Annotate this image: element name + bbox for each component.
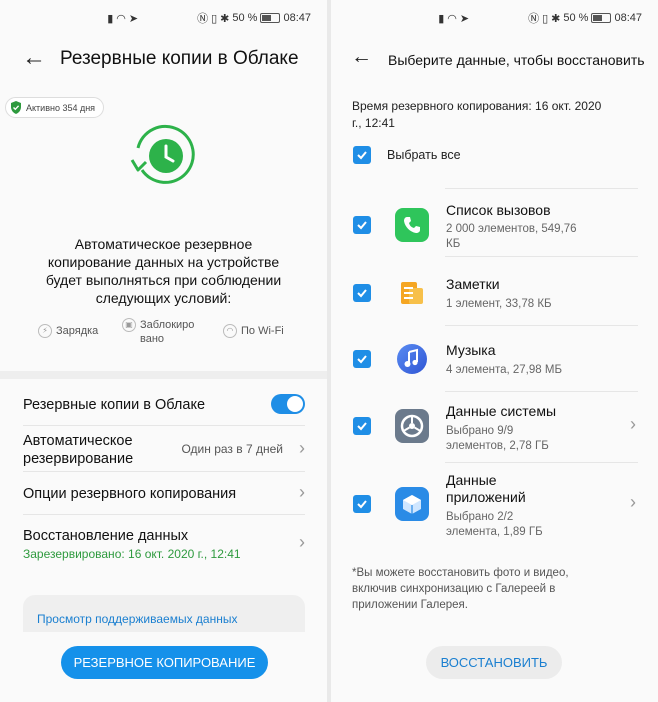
cloud-backup-row[interactable]: Резервные копии в Облаке [23, 382, 305, 426]
bluetooth-icon: ✱ [551, 12, 561, 25]
shield-check-icon [11, 101, 21, 114]
list-item-call-log[interactable]: Список вызовов 2 000 элементов, 549,76 К… [331, 189, 658, 256]
item-details: Выбрано 2/2 элемента, 1,89 ГБ [446, 511, 543, 538]
item-name: Музыка [446, 342, 496, 358]
app-data-icon [395, 487, 429, 521]
backup-time: Время резервного копирования: 16 окт. 20… [352, 99, 602, 130]
settings-icon [395, 409, 429, 443]
item-details: 4 элемента, 27,98 МБ [446, 364, 562, 376]
wifi-icon: ◠ [447, 12, 457, 25]
clock: 08:47 [614, 12, 642, 24]
lock-icon: ▣ [122, 318, 136, 332]
backup-button[interactable]: РЕЗЕРВНОЕ КОПИРОВАНИЕ [61, 646, 268, 679]
battery-icon [260, 13, 281, 23]
backup-options-label: Опции резервного копирования [23, 486, 237, 502]
checkmark-icon [357, 289, 367, 298]
wifi-condition-icon: ◠ [223, 324, 237, 338]
supported-data-link[interactable]: Просмотр поддерживаемых данных [37, 612, 237, 626]
chevron-right-icon: › [299, 482, 305, 502]
item-details: 1 элемент, 33,78 КБ [446, 298, 552, 310]
wifi-icon: ◠ [116, 12, 126, 25]
active-badge-text: Активно 354 дня [26, 102, 96, 113]
auto-backup-value: Один раз в 7 дней [181, 442, 283, 456]
gallery-note: *Вы можете восстановить фото и видео, вк… [352, 567, 569, 611]
item-details: Выбрано 9/9 элементов, 2,78 ГБ [446, 425, 549, 452]
signal-icons: ▮ ◠ ➤ [107, 12, 138, 25]
send-icon: ➤ [128, 12, 139, 25]
item-name: Данные приложений [446, 472, 526, 505]
condition-wifi: ◠ По Wi-Fi [223, 324, 284, 338]
notes-icon [395, 276, 429, 310]
restore-data-label: Восстановление данных [23, 528, 189, 544]
list-item-system-data[interactable]: Данные системы Выбрано 9/9 элементов, 2,… [331, 392, 658, 462]
list-item-app-data[interactable]: Данные приложений Выбрано 2/2 элемента, … [331, 463, 658, 547]
condition-charging: ⚡ Зарядка [38, 324, 98, 338]
chevron-right-icon[interactable]: › [630, 414, 636, 435]
active-badge: Активно 354 дня [5, 97, 105, 118]
page-title: Выберите данные, чтобы восстановить [388, 52, 645, 68]
battery-icon [591, 13, 612, 23]
signal-icon: ▮ [107, 12, 114, 25]
signal-icons: ▮ ◠ ➤ [438, 12, 469, 25]
left-screen: ▮ ◠ ➤ Ⓝ ▯ ✱ 50 % 08:47 ← Резервные копии… [0, 0, 327, 702]
cloud-backup-toggle[interactable] [271, 394, 305, 414]
auto-backup-label: Автоматическое резервирование [23, 433, 134, 467]
battery-percent: 50 % [232, 12, 258, 24]
chevron-right-icon: › [299, 532, 305, 552]
chevron-right-icon: › [299, 438, 305, 458]
checkmark-icon [357, 422, 367, 431]
checkmark-icon [357, 500, 367, 509]
select-all-label: Выбрать все [387, 147, 461, 162]
nfc-icon: Ⓝ [197, 13, 209, 25]
bluetooth-icon: ✱ [220, 12, 230, 25]
charging-icon: ⚡ [38, 324, 52, 338]
music-icon [395, 342, 429, 376]
app-data-checkbox[interactable] [353, 495, 371, 513]
clock: 08:47 [283, 12, 311, 24]
backup-clock-icon [130, 124, 195, 184]
nfc-icon: Ⓝ [528, 13, 540, 25]
send-icon: ➤ [459, 12, 470, 25]
backup-options-row[interactable]: Опции резервного копирования › [23, 472, 305, 515]
item-name: Список вызовов [446, 202, 551, 218]
status-bar: ▮ ◠ ➤ Ⓝ ▯ ✱ 50 % 08:47 [331, 0, 658, 36]
back-arrow-icon[interactable]: ← [22, 46, 46, 70]
right-screen: ▮ ◠ ➤ Ⓝ ▯ ✱ 50 % 08:47 ← Выберите данные… [331, 0, 658, 702]
chevron-right-icon[interactable]: › [630, 492, 636, 513]
item-details: 2 000 элементов, 549,76 КБ [446, 223, 577, 250]
item-name: Данные системы [446, 403, 557, 419]
phone-icon [395, 208, 429, 242]
list-item-music[interactable]: Музыка 4 элемента, 27,98 МБ [331, 326, 658, 391]
page-title: Резервные копии в Облаке [60, 48, 299, 69]
battery-percent: 50 % [563, 12, 589, 24]
call-log-checkbox[interactable] [353, 216, 371, 234]
item-name: Заметки [446, 276, 500, 292]
vibrate-icon: ▯ [542, 12, 549, 25]
condition-locked: ▣ Заблокиро вано [122, 318, 194, 346]
checkmark-icon [357, 221, 367, 230]
notes-checkbox[interactable] [353, 284, 371, 302]
signal-icon: ▮ [438, 12, 445, 25]
restore-button[interactable]: ВОССТАНОВИТЬ [426, 646, 562, 679]
status-bar: ▮ ◠ ➤ Ⓝ ▯ ✱ 50 % 08:47 [0, 0, 327, 36]
backup-conditions-description: Автоматическое резервное копирование дан… [45, 236, 282, 306]
restore-data-row[interactable]: Восстановление данных Зарезервировано: 1… [23, 515, 305, 572]
select-all-row[interactable]: Выбрать все [353, 146, 461, 164]
vibrate-icon: ▯ [211, 12, 218, 25]
back-arrow-icon[interactable]: ← [351, 46, 372, 67]
checkmark-icon [357, 151, 367, 160]
checkmark-icon [357, 355, 367, 364]
auto-backup-row[interactable]: Автоматическое резервирование Один раз в… [23, 426, 305, 472]
list-item-notes[interactable]: Заметки 1 элемент, 33,78 КБ [331, 257, 658, 325]
section-divider [0, 371, 327, 379]
music-checkbox[interactable] [353, 350, 371, 368]
select-all-checkbox[interactable] [353, 146, 371, 164]
restore-status: Зарезервировано: 16 окт. 2020 г., 12:41 [23, 547, 241, 561]
cloud-backup-label: Резервные копии в Облаке [23, 397, 206, 413]
system-data-checkbox[interactable] [353, 417, 371, 435]
